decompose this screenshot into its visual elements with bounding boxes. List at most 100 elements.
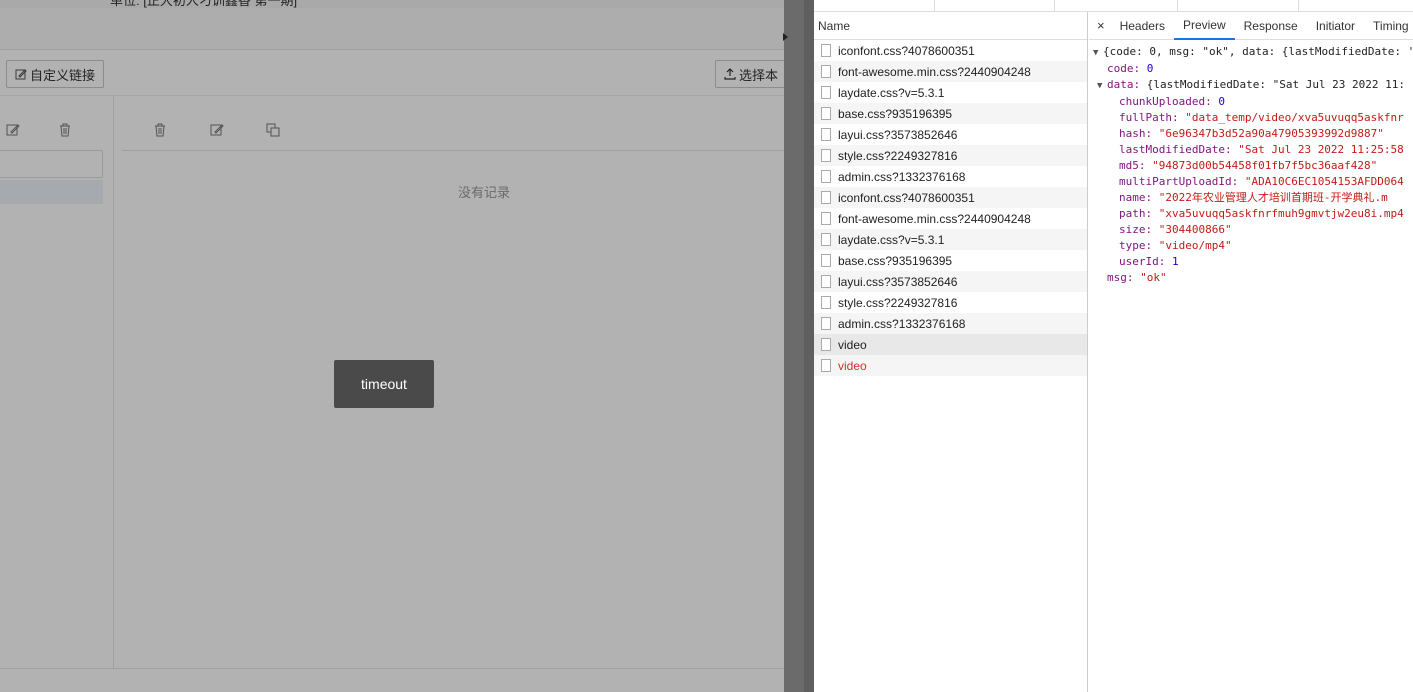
screen: 单位: [正大初人刁训鑫香 第一期] 自定义链接 选择本 没有记录 timeou…	[0, 0, 1413, 692]
tab-response[interactable]: Response	[1235, 12, 1307, 40]
file-icon	[821, 128, 831, 141]
divider-inner	[804, 0, 814, 692]
json-field-line: chunkUploaded: 0	[1093, 94, 1413, 110]
request-name: base.css?935196395	[838, 106, 953, 121]
json-key: fullPath:	[1119, 111, 1179, 124]
json-msg-line: msg: "ok"	[1093, 270, 1413, 286]
expand-triangle-icon[interactable]: ▼	[1093, 45, 1103, 61]
expand-triangle-icon[interactable]: ▼	[1097, 78, 1107, 94]
json-key: userId:	[1119, 255, 1166, 268]
request-name: iconfont.css?4078600351	[838, 43, 975, 58]
devtools-network-panel: Name iconfont.css?4078600351 font-awesome…	[814, 0, 1413, 692]
request-name: admin.css?1332376168	[838, 169, 966, 184]
request-row[interactable]: style.css?2249327816	[814, 145, 1087, 166]
panel-divider[interactable]	[784, 0, 814, 692]
json-key: size:	[1119, 223, 1153, 236]
request-row[interactable]: base.css?935196395	[814, 103, 1087, 124]
request-row[interactable]: laydate.css?v=5.3.1	[814, 82, 1087, 103]
json-value: "6e96347b3d52a90a47905393992d9887"	[1158, 127, 1384, 140]
request-row[interactable]: layui.css?3573852646	[814, 124, 1087, 145]
request-row[interactable]: video	[814, 355, 1087, 376]
request-row[interactable]: admin.css?1332376168	[814, 313, 1087, 334]
file-icon	[821, 275, 831, 288]
json-value: "304400866"	[1158, 223, 1232, 236]
request-row[interactable]: base.css?935196395	[814, 250, 1087, 271]
json-value: "data_temp/video/xva5uvuqq5askfnr	[1185, 111, 1404, 124]
app-area: 单位: [正大初人刁训鑫香 第一期] 自定义链接 选择本 没有记录 timeou…	[0, 0, 784, 692]
file-icon	[821, 149, 831, 162]
file-icon	[821, 170, 831, 183]
json-field-line: multiPartUploadId: "ADA10C6EC1054153AFDD…	[1093, 174, 1413, 190]
json-preview: ▼ {code: 0, msg: "ok", data: {lastModifie…	[1093, 44, 1413, 286]
tab-timing[interactable]: Timing	[1364, 12, 1413, 40]
json-value: 0	[1146, 62, 1154, 75]
json-field-line: fullPath: "data_temp/video/xva5uvuqq5ask…	[1093, 110, 1413, 126]
json-field-line: size: "304400866"	[1093, 222, 1413, 238]
json-value: "94873d00b54458f01fb7f5bc36aaf428"	[1152, 159, 1378, 172]
request-name: style.css?2249327816	[838, 148, 958, 163]
request-row[interactable]: layui.css?3573852646	[814, 271, 1087, 292]
request-row[interactable]: iconfont.css?4078600351	[814, 40, 1087, 61]
request-row[interactable]: video	[814, 334, 1087, 355]
json-key: data:	[1107, 78, 1141, 91]
request-name-column: Name iconfont.css?4078600351 font-awesome…	[814, 12, 1088, 692]
json-field-line: name: "2022年农业管理人才培训首期班-开学典礼.m	[1093, 190, 1413, 206]
json-value: 1	[1171, 255, 1179, 268]
json-value: "Sat Jul 23 2022 11:25:58	[1238, 143, 1404, 156]
request-name: font-awesome.min.css?2440904248	[838, 64, 1031, 79]
json-field-line: userId: 1	[1093, 254, 1413, 270]
json-data-fields: chunkUploaded: 0 fullPath: "data_temp/vid…	[1093, 94, 1413, 270]
json-summary: {code: 0, msg: "ok", data: {lastModified…	[1103, 45, 1413, 58]
request-name: font-awesome.min.css?2440904248	[838, 211, 1031, 226]
request-row[interactable]: font-awesome.min.css?2440904248	[814, 208, 1087, 229]
file-icon	[821, 191, 831, 204]
json-value: 0	[1218, 95, 1225, 108]
file-icon	[821, 296, 831, 309]
request-row[interactable]: font-awesome.min.css?2440904248	[814, 61, 1087, 82]
file-icon	[821, 359, 831, 372]
toast-message: timeout	[334, 360, 434, 408]
request-name: iconfont.css?4078600351	[838, 190, 975, 205]
request-row[interactable]: style.css?2249327816	[814, 292, 1087, 313]
strip-divider	[1054, 0, 1055, 12]
json-field-line: md5: "94873d00b54458f01fb7f5bc36aaf428"	[1093, 158, 1413, 174]
json-key: hash:	[1119, 127, 1153, 140]
file-icon	[821, 338, 831, 351]
strip-divider	[934, 0, 935, 12]
file-icon	[821, 107, 831, 120]
request-name: base.css?935196395	[838, 253, 953, 268]
details-tabs: × Headers Preview Response Initiator Tim…	[1089, 12, 1413, 40]
modal-overlay	[0, 0, 784, 692]
collapse-arrow-icon[interactable]	[783, 33, 788, 41]
json-value: "ok"	[1140, 271, 1167, 284]
json-data-summary: {lastModifiedDate: "Sat Jul 23 2022 11:	[1146, 78, 1406, 91]
request-name: laydate.css?v=5.3.1	[838, 232, 945, 247]
strip-divider	[1298, 0, 1299, 12]
tab-initiator[interactable]: Initiator	[1307, 12, 1364, 40]
json-value: "video/mp4"	[1158, 239, 1232, 252]
json-value: "2022年农业管理人才培训首期班-开学典礼.m	[1158, 191, 1388, 204]
json-code-line: code: 0	[1093, 61, 1413, 77]
json-key: msg:	[1107, 271, 1134, 284]
name-column-header[interactable]: Name	[814, 12, 1087, 40]
file-icon	[821, 254, 831, 267]
file-icon	[821, 86, 831, 99]
close-details-button[interactable]: ×	[1089, 12, 1111, 40]
json-key: path:	[1119, 207, 1153, 220]
devtools-top-strip	[814, 0, 1413, 12]
json-key: multiPartUploadId:	[1119, 175, 1239, 188]
json-key: name:	[1119, 191, 1153, 204]
request-row[interactable]: iconfont.css?4078600351	[814, 187, 1087, 208]
request-name: style.css?2249327816	[838, 295, 958, 310]
json-key: md5:	[1119, 159, 1146, 172]
json-value: "ADA10C6EC1054153AFDD064	[1244, 175, 1404, 188]
request-row[interactable]: laydate.css?v=5.3.1	[814, 229, 1087, 250]
json-key: type:	[1119, 239, 1153, 252]
request-row[interactable]: admin.css?1332376168	[814, 166, 1087, 187]
json-data-line[interactable]: ▼ data: {lastModifiedDate: "Sat Jul 23 20…	[1093, 77, 1413, 94]
tab-preview[interactable]: Preview	[1173, 12, 1235, 40]
json-value: "xva5uvuqq5askfnrfmuh9gmvtjw2eu8i.mp4	[1158, 207, 1404, 220]
tab-headers[interactable]: Headers	[1111, 12, 1174, 40]
json-root-line[interactable]: ▼ {code: 0, msg: "ok", data: {lastModifie…	[1093, 44, 1413, 61]
request-name: layui.css?3573852646	[838, 127, 958, 142]
